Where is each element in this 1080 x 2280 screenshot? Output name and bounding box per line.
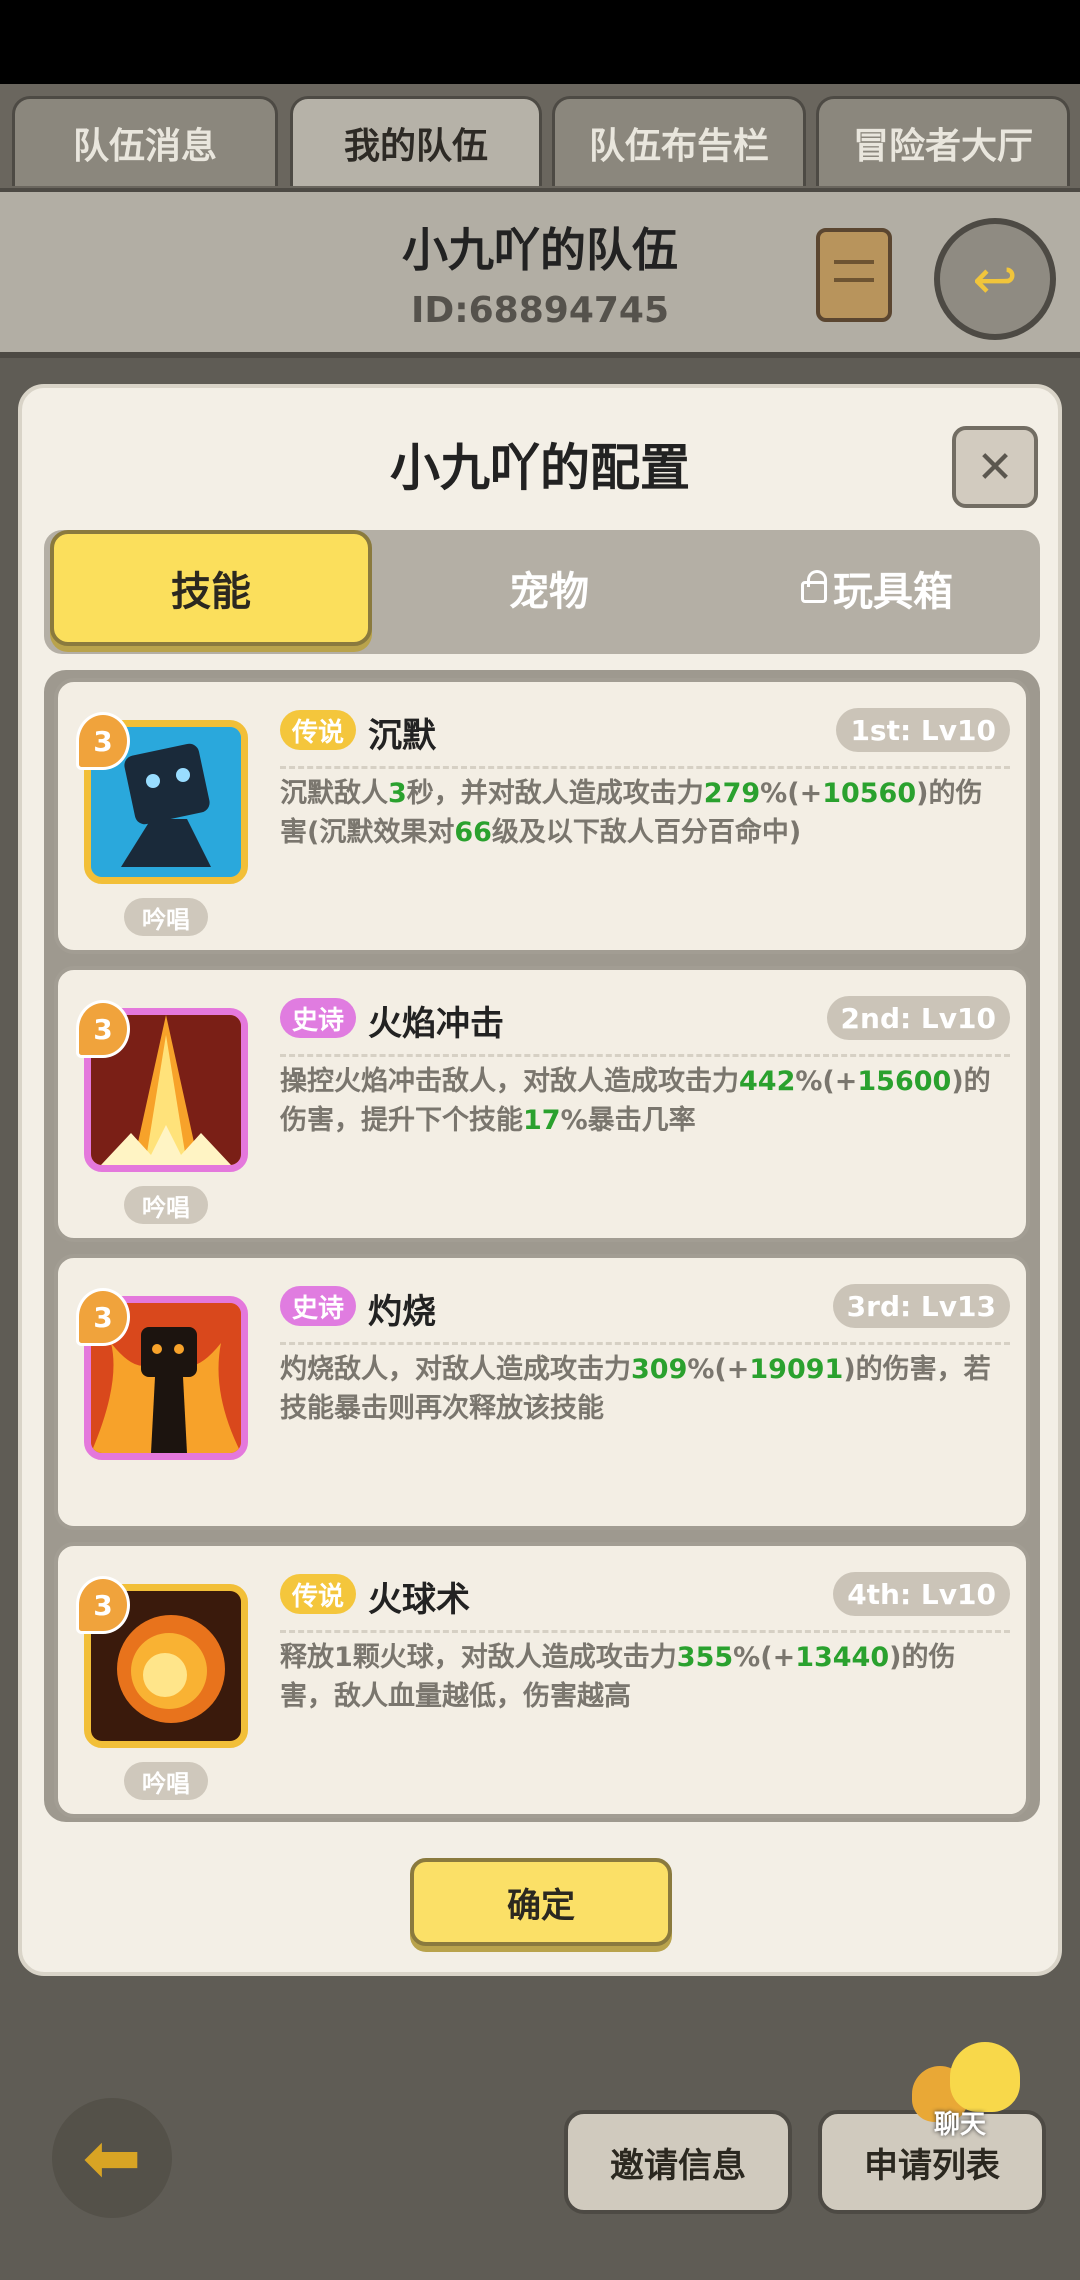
skill-slot-level: 1st: Lv10: [836, 708, 1010, 752]
skill-name: 灼烧: [368, 1292, 436, 1332]
rarity-badge: 史诗: [280, 1286, 357, 1326]
skill-name: 火焰冲击: [368, 1004, 504, 1044]
close-button[interactable]: ✕: [952, 426, 1038, 508]
team-header: 小九吖的队伍 ID:68894745 ↩: [0, 188, 1080, 358]
top-tab-bar: 队伍消息 我的队伍 队伍布告栏 冒险者大厅: [0, 84, 1080, 188]
skill-slot-level: 4th: Lv10: [833, 1572, 1010, 1616]
skill-card[interactable]: 3 史诗 灼烧 3rd: Lv13 灼烧敌人，对敌人造成攻击力309%(+190…: [54, 1254, 1030, 1530]
level-badge: 3: [76, 1288, 130, 1346]
status-bar: [0, 0, 1080, 84]
chat-label: 聊天: [934, 2110, 987, 2140]
tab-team-messages[interactable]: 队伍消息: [12, 96, 278, 186]
divider: [280, 766, 1010, 769]
divider: [280, 1630, 1010, 1633]
skill-card[interactable]: 3 吟唱 传说 火球术 4th: Lv10 释放1颗火球，对敌人造成攻击力355…: [54, 1542, 1030, 1818]
skill-description: 沉默敌人3秒，并对敌人造成攻击力279%(+10560)的伤害(沉默效果对66级…: [280, 778, 983, 848]
team-name: 小九吖的队伍: [402, 223, 678, 277]
modal-title: 小九吖的配置: [390, 439, 690, 497]
chat-mascot-icon: [950, 2042, 1020, 2112]
divider: [280, 1054, 1010, 1057]
level-badge: 3: [76, 1000, 130, 1058]
notice-scroll-icon[interactable]: [816, 228, 892, 322]
config-modal: 小九吖的配置 ✕ 技能 宠物 玩具箱 3 吟唱 传说 沉默 1st: Lv10: [18, 384, 1062, 1976]
exit-arrow-icon: ↩: [972, 247, 1018, 311]
skill-slot-level: 3rd: Lv13: [832, 1284, 1010, 1328]
chant-tag: 吟唱: [124, 898, 208, 936]
team-id: ID:68894745: [410, 290, 670, 331]
skill-name: 沉默: [368, 716, 436, 756]
tab-my-team[interactable]: 我的队伍: [290, 96, 542, 186]
skill-description: 灼烧敌人，对敌人造成攻击力309%(+19091)的伤害，若技能暴击则再次释放该…: [280, 1354, 991, 1424]
rarity-badge: 传说: [280, 1574, 357, 1614]
rarity-badge: 史诗: [280, 998, 357, 1038]
config-tab-bar: 技能 宠物 玩具箱: [44, 530, 1040, 654]
tab-toybox[interactable]: 玩具箱: [716, 530, 1038, 646]
skill-description: 操控火焰冲击敌人，对敌人造成攻击力442%(+15600)的伤害，提升下个技能1…: [280, 1066, 991, 1136]
close-icon: ✕: [976, 441, 1014, 493]
tab-team-board[interactable]: 队伍布告栏: [552, 96, 806, 186]
skill-card[interactable]: 3 吟唱 史诗 火焰冲击 2nd: Lv10 操控火焰冲击敌人，对敌人造成攻击力…: [54, 966, 1030, 1242]
invite-info-button[interactable]: 邀请信息: [564, 2110, 792, 2214]
exit-team-button[interactable]: ↩: [934, 218, 1056, 340]
tab-pets[interactable]: 宠物: [388, 530, 710, 646]
tab-skills[interactable]: 技能: [50, 530, 372, 646]
lock-icon: [801, 570, 827, 603]
chant-tag: 吟唱: [124, 1186, 208, 1224]
tab-adventurer-hall[interactable]: 冒险者大厅: [816, 96, 1070, 186]
skill-name: 火球术: [368, 1580, 470, 1620]
divider: [280, 1342, 1010, 1345]
chant-tag: 吟唱: [124, 1762, 208, 1800]
skill-slot-level: 2nd: Lv10: [826, 996, 1010, 1040]
confirm-button[interactable]: 确定: [410, 1858, 672, 1946]
rarity-badge: 传说: [280, 710, 357, 750]
back-button[interactable]: ⬅: [52, 2098, 172, 2218]
skill-card[interactable]: 3 吟唱 传说 沉默 1st: Lv10 沉默敌人3秒，并对敌人造成攻击力279…: [54, 678, 1030, 954]
skill-description: 释放1颗火球，对敌人造成攻击力355%(+13440)的伤害，敌人血量越低，伤害…: [280, 1642, 956, 1712]
back-arrow-icon: ⬅: [82, 2117, 142, 2199]
skill-list: 3 吟唱 传说 沉默 1st: Lv10 沉默敌人3秒，并对敌人造成攻击力279…: [44, 670, 1040, 1822]
level-badge: 3: [76, 712, 130, 770]
tab-toybox-label: 玩具箱: [833, 569, 953, 615]
level-badge: 3: [76, 1576, 130, 1634]
chat-button[interactable]: 聊天: [912, 2040, 1020, 2140]
